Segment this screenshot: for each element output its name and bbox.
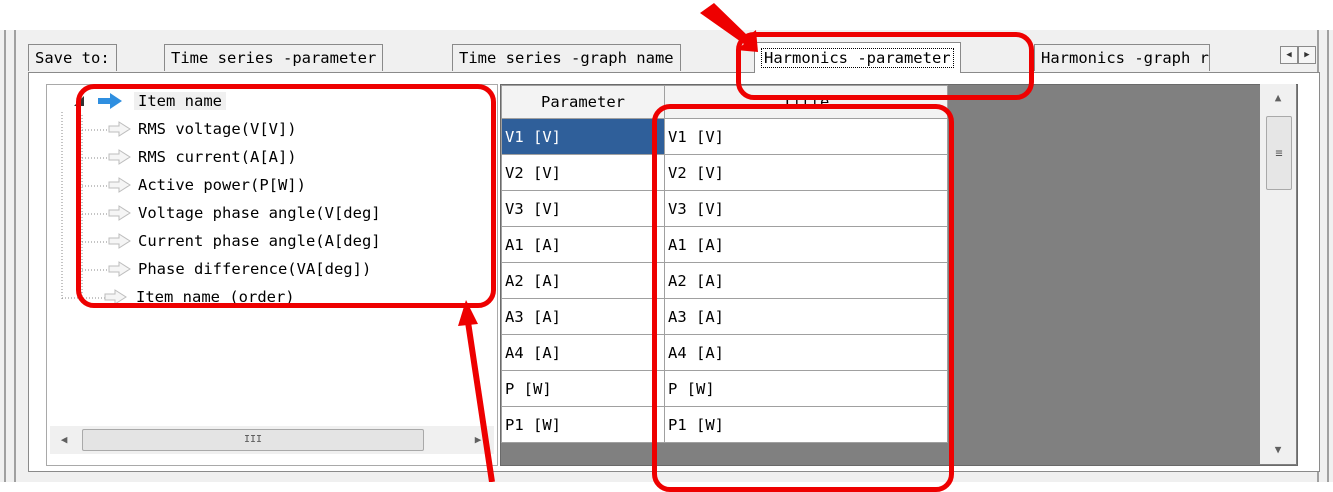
- column-header-title[interactable]: Title: [664, 85, 948, 119]
- arrow-right-icon: [104, 289, 127, 305]
- collapse-triangle-icon[interactable]: [72, 94, 90, 108]
- arrow-right-icon: [108, 233, 131, 249]
- scroll-thumb[interactable]: III: [82, 429, 424, 451]
- parameter-cell[interactable]: A1 [A]: [501, 226, 665, 263]
- parameter-cell[interactable]: A2 [A]: [501, 262, 665, 299]
- title-cell[interactable]: P [W]: [664, 370, 948, 407]
- parameter-cell[interactable]: P1 [W]: [501, 406, 665, 443]
- tree-second-root-item[interactable]: Item name (order): [136, 286, 295, 308]
- scroll-left-icon[interactable]: ◀: [50, 426, 78, 454]
- tree-child-item[interactable]: RMS voltage(V[V]): [138, 118, 297, 140]
- grid-vertical-scrollbar[interactable]: ▲ ≡ ▼: [1260, 84, 1296, 464]
- table-header-row: Parameter Title: [501, 85, 948, 119]
- arrow-right-icon: [98, 93, 122, 109]
- tab-harmonics-parameter[interactable]: Harmonics -parameter: [754, 42, 961, 73]
- title-cell[interactable]: V3 [V]: [664, 190, 948, 227]
- parameter-cell[interactable]: V1 [V]: [501, 118, 665, 155]
- parameter-grid: Parameter Title V1 [V] V1 [V] V2 [V] V2 [V…: [500, 84, 1298, 466]
- arrow-right-icon: [108, 177, 131, 193]
- table-row[interactable]: P1 [W] P1 [W]: [501, 406, 948, 443]
- tree-root-label: Item name: [134, 92, 226, 110]
- tree-child-item[interactable]: Phase difference(VA[deg]): [138, 258, 371, 280]
- arrow-right-icon: [108, 149, 131, 165]
- title-cell[interactable]: A3 [A]: [664, 298, 948, 335]
- arrow-right-icon: [108, 121, 131, 137]
- parameter-cell[interactable]: V2 [V]: [501, 154, 665, 191]
- table-row[interactable]: V1 [V] V1 [V]: [501, 118, 948, 155]
- tab-label: Harmonics -parameter: [761, 48, 954, 68]
- title-cell[interactable]: V1 [V]: [664, 118, 948, 155]
- arrow-right-icon: [108, 205, 131, 221]
- parameter-cell[interactable]: A3 [A]: [501, 298, 665, 335]
- table-row[interactable]: V3 [V] V3 [V]: [501, 190, 948, 227]
- scroll-thumb[interactable]: ≡: [1266, 116, 1292, 190]
- tree-child-item[interactable]: Voltage phase angle(V[deg]: [138, 202, 381, 224]
- title-cell[interactable]: A1 [A]: [664, 226, 948, 263]
- table-row[interactable]: P [W] P [W]: [501, 370, 948, 407]
- table-row[interactable]: A1 [A] A1 [A]: [501, 226, 948, 263]
- parameter-table: Parameter Title V1 [V] V1 [V] V2 [V] V2 [V…: [501, 85, 948, 443]
- table-row[interactable]: A4 [A] A4 [A]: [501, 334, 948, 371]
- tree-child-item[interactable]: Current phase angle(A[deg]: [138, 230, 381, 252]
- scroll-up-icon[interactable]: ▲: [1260, 84, 1296, 112]
- title-cell[interactable]: A4 [A]: [664, 334, 948, 371]
- parameter-cell[interactable]: P [W]: [501, 370, 665, 407]
- tree-root-item[interactable]: Item name: [134, 90, 226, 112]
- title-cell[interactable]: P1 [W]: [664, 406, 948, 443]
- table-row[interactable]: A2 [A] A2 [A]: [501, 262, 948, 299]
- tree-child-item[interactable]: Active power(P[W]): [138, 174, 306, 196]
- parameter-cell[interactable]: V3 [V]: [501, 190, 665, 227]
- scroll-down-icon[interactable]: ▼: [1260, 436, 1296, 464]
- title-cell[interactable]: A2 [A]: [664, 262, 948, 299]
- tree-horizontal-scrollbar[interactable]: ◀ III ▶: [50, 426, 494, 454]
- column-header-parameter[interactable]: Parameter: [501, 85, 665, 119]
- tree-child-item[interactable]: RMS current(A[A]): [138, 146, 297, 168]
- title-cell[interactable]: V2 [V]: [664, 154, 948, 191]
- arrow-right-icon: [108, 261, 131, 277]
- parameter-cell[interactable]: A4 [A]: [501, 334, 665, 371]
- table-row[interactable]: A3 [A] A3 [A]: [501, 298, 948, 335]
- scroll-right-icon[interactable]: ▶: [464, 426, 492, 454]
- table-row[interactable]: V2 [V] V2 [V]: [501, 154, 948, 191]
